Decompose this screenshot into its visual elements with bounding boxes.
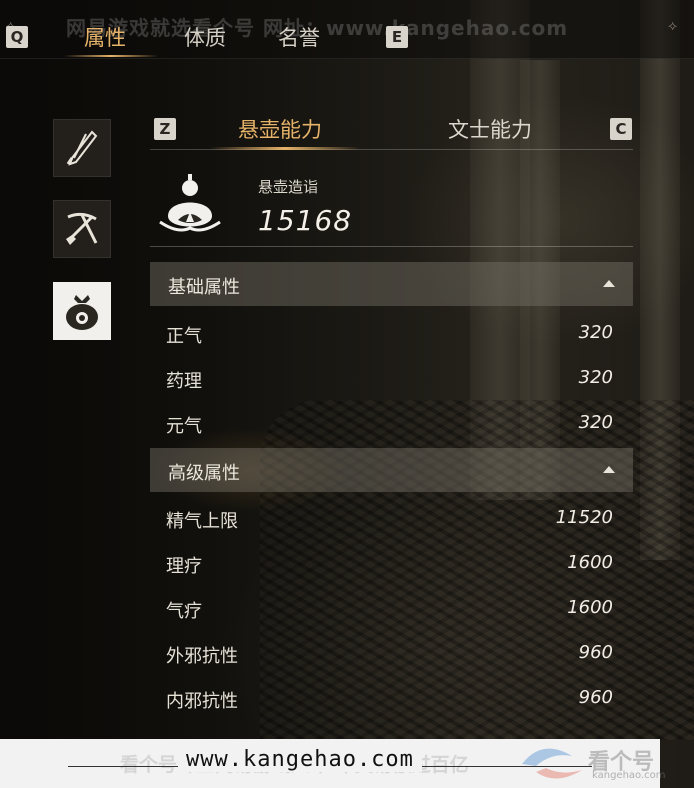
watermark-url: www.kangehao.com	[178, 747, 422, 772]
side-category-weapon[interactable]	[53, 119, 111, 177]
attribute-row: 理疗 1600	[150, 542, 633, 587]
attribute-value: 320	[578, 412, 613, 433]
section-title: 高级属性	[168, 463, 240, 484]
shovel-pickaxe-icon	[66, 212, 98, 245]
subtab-scholar-ability[interactable]: 文士能力	[448, 114, 532, 144]
active-subtab-indicator	[210, 147, 360, 150]
attribute-row: 正气 320	[150, 312, 633, 357]
section-advanced-attributes[interactable]: 高级属性	[150, 448, 633, 492]
attribute-row: 气疗 1600	[150, 587, 633, 632]
section-basic-attributes[interactable]: 基础属性	[150, 262, 633, 306]
prev-subtab-key[interactable]: Z	[154, 118, 176, 140]
attribute-label: 外邪抗性	[166, 646, 238, 667]
attribute-value: 11520	[555, 507, 613, 528]
attribute-row: 药理 320	[150, 357, 633, 402]
attribute-value: 320	[578, 322, 613, 343]
attribute-value: 960	[578, 642, 613, 663]
header-divider	[150, 246, 633, 247]
attribute-row: 外邪抗性 960	[150, 632, 633, 677]
subtab-healing-ability[interactable]: 悬壶能力	[238, 114, 322, 144]
attribute-row: 精气上限 11520	[150, 497, 633, 542]
attribute-value: 1600	[567, 597, 613, 618]
corner-ornament-right: ⟡	[668, 18, 678, 34]
attribute-row: 内邪抗性 960	[150, 677, 633, 722]
attribute-row: 元气 320	[150, 402, 633, 447]
gourd-icon	[159, 174, 221, 232]
side-category-gathering[interactable]	[53, 200, 111, 258]
next-subtab-key[interactable]: C	[610, 118, 632, 140]
attribute-value: 960	[578, 687, 613, 708]
attribute-value: 1600	[567, 552, 613, 573]
prev-tab-key[interactable]: Q	[6, 26, 28, 48]
collapse-arrow-icon	[603, 466, 615, 473]
attribute-label: 精气上限	[166, 511, 238, 532]
section-title: 基础属性	[168, 277, 240, 298]
tab-attributes[interactable]: 属性	[84, 22, 126, 52]
attribute-label: 理疗	[166, 556, 202, 577]
attribute-label: 内邪抗性	[166, 691, 238, 712]
site-logo-subtext: kangehao.com	[592, 770, 666, 781]
tab-reputation[interactable]: 名誉	[278, 22, 320, 52]
attribute-label: 元气	[166, 416, 202, 437]
tab-constitution[interactable]: 体质	[184, 22, 226, 52]
side-category-medicine[interactable]	[53, 282, 111, 340]
attribute-label: 正气	[166, 326, 202, 347]
skill-value: 15168	[258, 204, 353, 237]
collapse-arrow-icon	[603, 280, 615, 287]
active-tab-indicator	[64, 55, 158, 57]
attribute-value: 320	[578, 367, 613, 388]
attribute-label: 气疗	[166, 601, 202, 622]
skill-label: 悬壶造诣	[258, 178, 319, 196]
next-tab-key[interactable]: E	[386, 26, 408, 48]
pouch-icon	[66, 295, 98, 330]
sword-tool-icon	[66, 130, 98, 166]
attribute-label: 药理	[166, 371, 202, 392]
